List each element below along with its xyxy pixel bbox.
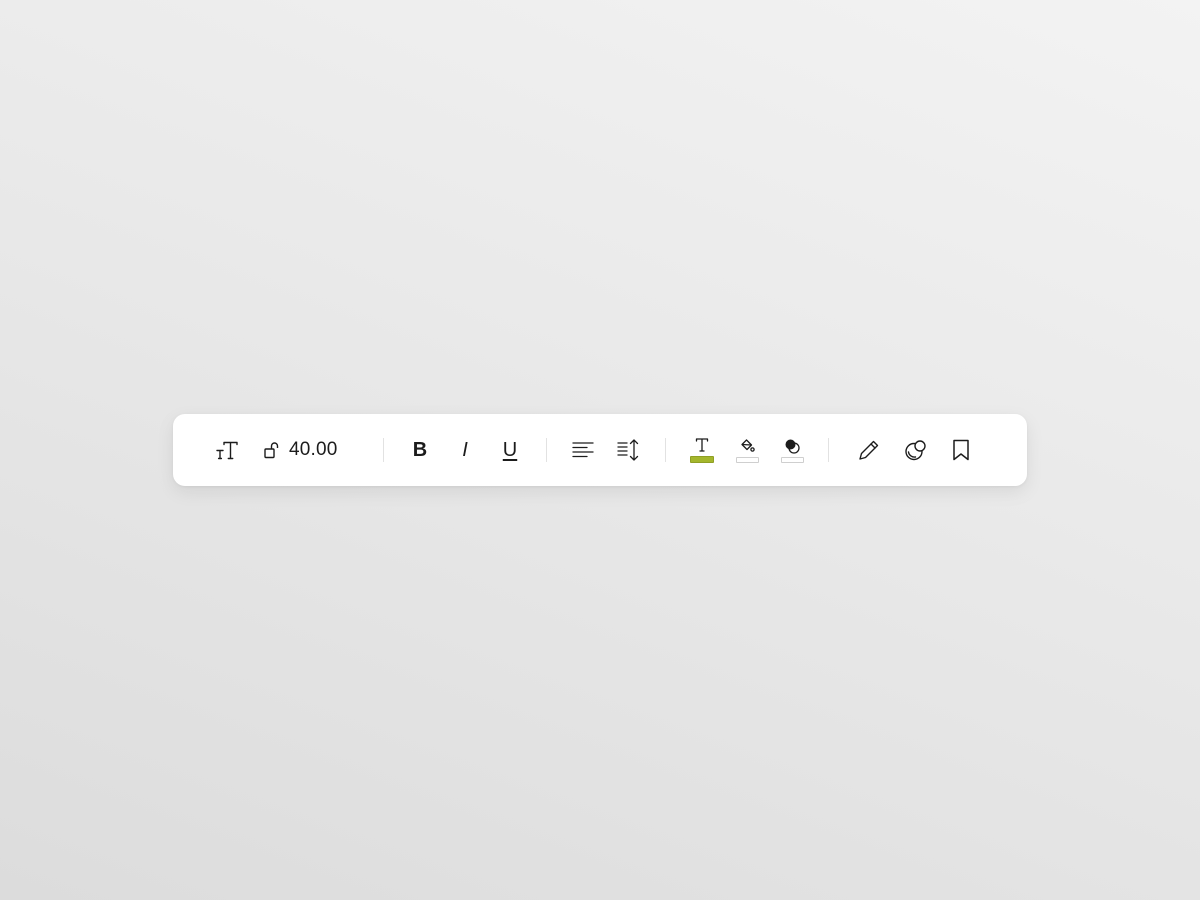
line-height-button[interactable]: [616, 414, 642, 486]
shadow-color-button[interactable]: [779, 414, 805, 486]
text-color-swatch: [690, 456, 714, 463]
divider: [665, 438, 666, 462]
bookmark-icon: [952, 439, 970, 461]
pencil-icon: [858, 439, 880, 461]
line-height-icon: [617, 439, 641, 461]
divider: [546, 438, 547, 462]
fill-color-button[interactable]: [734, 414, 760, 486]
blend-icon: [904, 439, 928, 461]
shadow-color-swatch: [780, 456, 804, 463]
underline-button[interactable]: U: [496, 414, 524, 486]
lock-ratio-button[interactable]: [261, 414, 283, 486]
bold-label: B: [412, 439, 428, 461]
fill-color-swatch: [735, 456, 759, 463]
italic-label: I: [462, 439, 468, 461]
shadow-icon: [784, 438, 800, 454]
italic-button[interactable]: I: [451, 414, 479, 486]
text-formatting-toolbar: 40.00 B I U: [173, 414, 1027, 486]
text-color-button[interactable]: [689, 414, 715, 486]
divider: [828, 438, 829, 462]
bookmark-button[interactable]: [948, 414, 974, 486]
align-left-icon: [572, 441, 594, 459]
effects-button[interactable]: [902, 414, 930, 486]
text-size-button[interactable]: [213, 414, 241, 486]
font-size-value: 40.00: [289, 439, 338, 460]
paint-bucket-icon: [739, 438, 755, 454]
unlock-icon: [264, 441, 280, 459]
bold-button[interactable]: B: [406, 414, 434, 486]
text-align-button[interactable]: [570, 414, 596, 486]
text-color-icon: [695, 437, 709, 453]
pencil-button[interactable]: [855, 414, 883, 486]
font-size-input[interactable]: 40.00: [289, 414, 345, 486]
divider: [383, 438, 384, 462]
underline-label: U: [502, 439, 518, 461]
text-size-icon: [216, 440, 238, 460]
